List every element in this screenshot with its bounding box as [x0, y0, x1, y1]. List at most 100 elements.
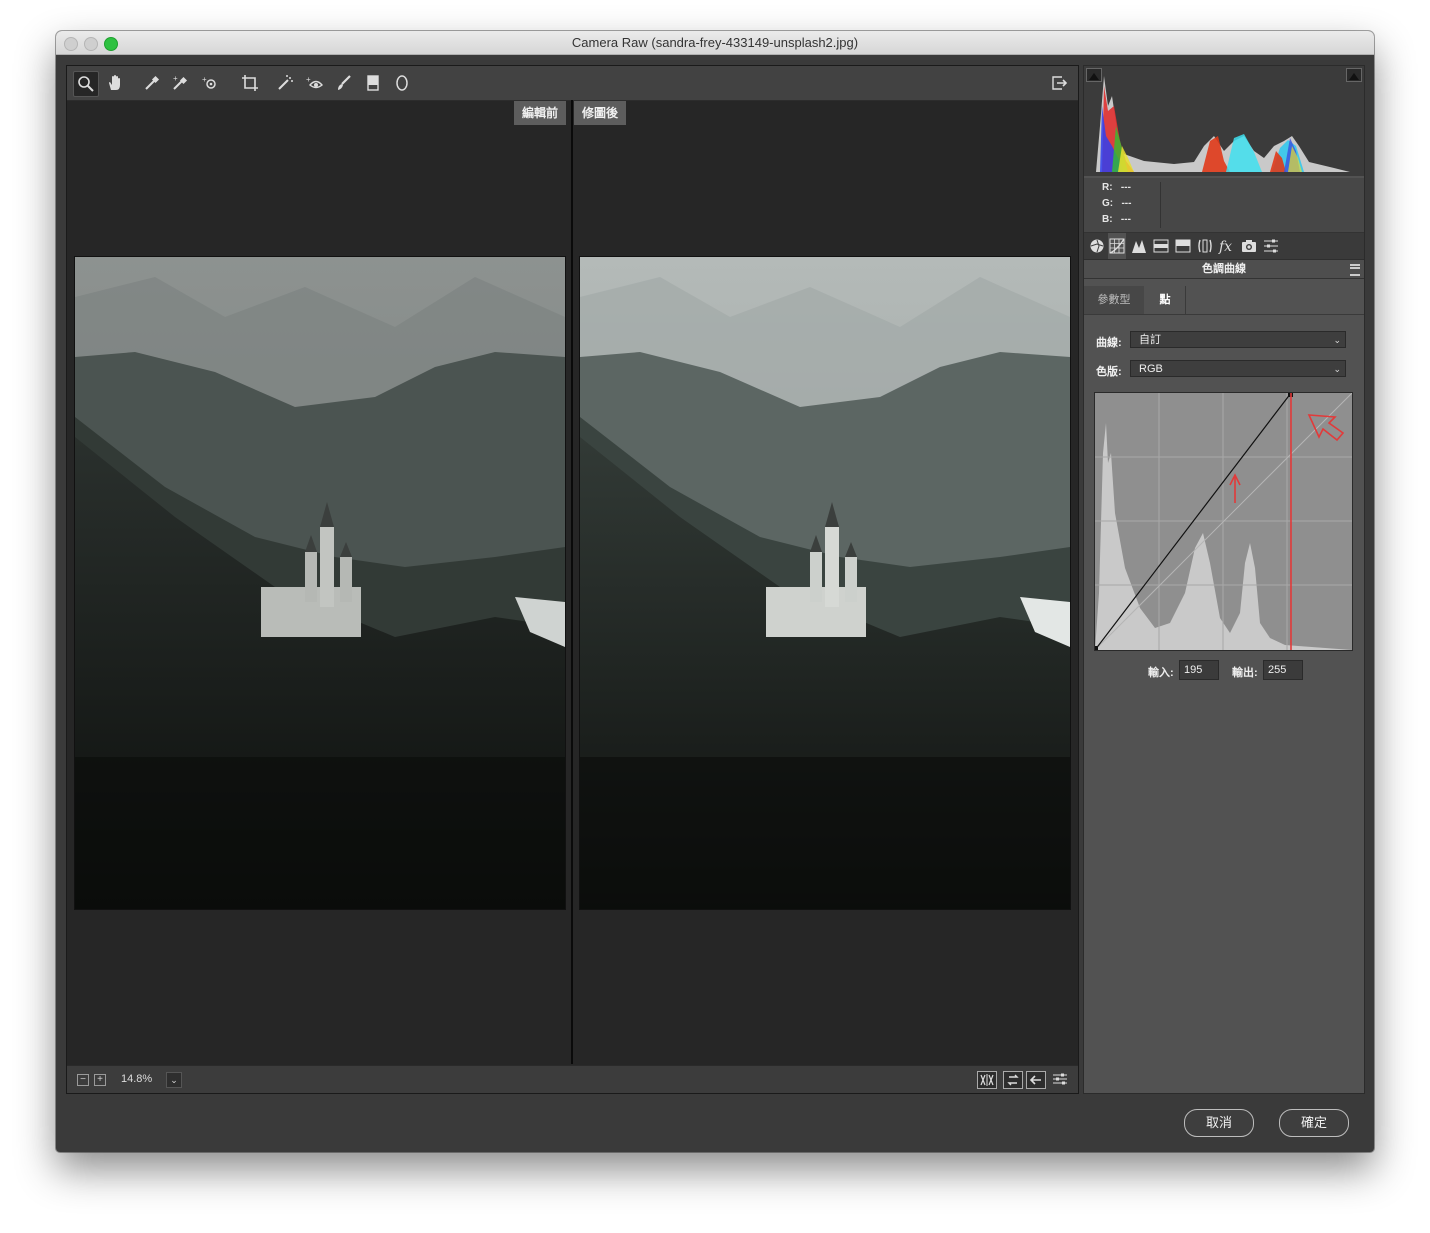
- output-value-field[interactable]: 255: [1263, 660, 1303, 680]
- radial-filter-tool[interactable]: [390, 71, 414, 95]
- adjustment-brush-tool[interactable]: [332, 71, 356, 95]
- chevron-down-icon: ⌄: [1333, 364, 1341, 374]
- open-in-photoshop-button[interactable]: [1047, 71, 1071, 95]
- preferences-button[interactable]: [1051, 1071, 1069, 1087]
- tab-effects[interactable]: fx: [1218, 237, 1236, 255]
- zoom-out-button[interactable]: −: [77, 1074, 89, 1086]
- before-photo-render: [75, 257, 565, 909]
- svg-text:+: +: [306, 75, 311, 84]
- crop-tool[interactable]: [238, 71, 262, 95]
- before-after-divider: [571, 100, 573, 1064]
- before-after-view-icon: [980, 1074, 994, 1086]
- detail-icon: [1132, 240, 1146, 253]
- adjustment-brush-icon: [338, 75, 351, 90]
- tab-split-toning[interactable]: [1174, 237, 1192, 255]
- zoom-icon: [78, 76, 94, 92]
- chevron-down-icon: ⌄: [1333, 335, 1341, 345]
- red-eye-tool[interactable]: +: [303, 71, 327, 95]
- svg-text:fx: fx: [1218, 239, 1232, 254]
- color-sampler-icon: +: [173, 74, 188, 90]
- tab-point[interactable]: 點: [1145, 286, 1186, 314]
- tab-tone-curve[interactable]: [1108, 233, 1126, 259]
- channel-label: 色版:: [1096, 366, 1122, 378]
- panel-title-text: 色調曲線: [1202, 263, 1246, 275]
- tab-detail[interactable]: [1130, 237, 1148, 255]
- channel-select-value: RGB: [1139, 363, 1163, 375]
- panel-title: 色調曲線: [1084, 260, 1364, 279]
- svg-text:+: +: [173, 74, 178, 83]
- histogram: [1084, 66, 1364, 176]
- tab-basic[interactable]: [1088, 237, 1106, 255]
- copy-settings-button[interactable]: [1026, 1071, 1046, 1089]
- ok-button[interactable]: 確定: [1279, 1109, 1349, 1137]
- color-sampler-tool[interactable]: +: [168, 71, 192, 95]
- red-readout: R: ---: [1102, 182, 1131, 193]
- curve-label: 曲線:: [1096, 337, 1122, 349]
- green-readout: G: ---: [1102, 198, 1132, 209]
- white-balance-tool[interactable]: [140, 71, 164, 95]
- targeted-adjustment-icon: +: [202, 75, 216, 89]
- before-image: [74, 256, 566, 910]
- after-photo-render: [580, 257, 1070, 909]
- panel-tabs: fx: [1084, 233, 1364, 260]
- graduated-filter-icon: [367, 75, 379, 91]
- presets-icon: [1264, 239, 1278, 253]
- tone-curve-render: [1093, 392, 1353, 651]
- zoom-in-button[interactable]: +: [94, 1074, 106, 1086]
- copy-settings-icon: [1029, 1075, 1041, 1085]
- tone-curve-graph[interactable]: [1093, 392, 1353, 651]
- preview-area: + + + 編輯前 修圖後 − + 14.8% ⌄: [66, 65, 1079, 1094]
- svg-text:+: +: [202, 75, 207, 84]
- channel-select[interactable]: RGB ⌄: [1130, 360, 1346, 377]
- spot-removal-tool[interactable]: [273, 71, 297, 95]
- tab-hsl[interactable]: [1152, 237, 1170, 255]
- white-balance-icon: [145, 75, 160, 90]
- tab-presets[interactable]: [1262, 237, 1280, 255]
- panel-menu-icon[interactable]: [1350, 264, 1360, 276]
- readout-separator: [1160, 182, 1161, 228]
- camera-calibration-icon: [1242, 240, 1256, 252]
- graduated-filter-tool[interactable]: [361, 71, 385, 95]
- open-in-photoshop-icon: [1052, 76, 1068, 90]
- fx-icon: fx: [1218, 239, 1232, 254]
- title-bar: Camera Raw (sandra-frey-433149-unsplash2…: [56, 31, 1374, 55]
- swap-settings-icon: [1007, 1074, 1019, 1086]
- rgb-readout: R: --- G: --- B: ---: [1084, 178, 1364, 233]
- input-value-field[interactable]: 195: [1179, 660, 1219, 680]
- zoom-level: 14.8%: [121, 1073, 153, 1085]
- zoom-dropdown[interactable]: ⌄: [166, 1072, 182, 1088]
- blue-readout: B: ---: [1102, 214, 1131, 225]
- preferences-icon: [1053, 1073, 1067, 1085]
- output-label: 輸出:: [1232, 667, 1258, 679]
- red-eye-icon: +: [306, 75, 323, 89]
- after-image: [579, 256, 1071, 910]
- spot-removal-icon: [278, 75, 293, 90]
- tone-curve-icon: [1109, 238, 1125, 254]
- hand-icon: [109, 75, 120, 90]
- hand-tool[interactable]: [103, 71, 127, 95]
- before-after-view-button[interactable]: [977, 1071, 997, 1089]
- cancel-button[interactable]: 取消: [1184, 1109, 1254, 1137]
- crop-icon: [242, 75, 258, 91]
- window-title: Camera Raw (sandra-frey-433149-unsplash2…: [571, 35, 859, 50]
- chevron-down-icon: ⌄: [170, 1075, 178, 1085]
- basic-icon: [1090, 239, 1104, 253]
- adjustment-panel: R: --- G: --- B: --- fx 色調曲線 參數型 點 曲線: 自…: [1083, 65, 1365, 1094]
- tab-camera-calibration[interactable]: [1240, 237, 1258, 255]
- curve-subtabs: 參數型 點: [1084, 286, 1364, 315]
- histogram-graph: [1096, 76, 1350, 172]
- zoom-tool[interactable]: [73, 71, 99, 97]
- camera-raw-window: Camera Raw (sandra-frey-433149-unsplash2…: [56, 31, 1374, 1152]
- lens-icon: [1198, 239, 1212, 253]
- curve-select[interactable]: 自訂 ⌄: [1130, 331, 1346, 348]
- swap-settings-button[interactable]: [1003, 1071, 1023, 1089]
- curve-select-value: 自訂: [1139, 334, 1161, 346]
- tab-parametric[interactable]: 參數型: [1084, 286, 1144, 314]
- input-label: 輸入:: [1148, 667, 1174, 679]
- split-toning-icon: [1175, 239, 1191, 253]
- status-bar: − + 14.8% ⌄: [67, 1065, 1078, 1093]
- tab-lens[interactable]: [1196, 237, 1214, 255]
- targeted-adjustment-tool[interactable]: +: [198, 71, 222, 95]
- tool-bar: + + +: [67, 66, 1078, 101]
- before-label: 編輯前: [514, 101, 567, 125]
